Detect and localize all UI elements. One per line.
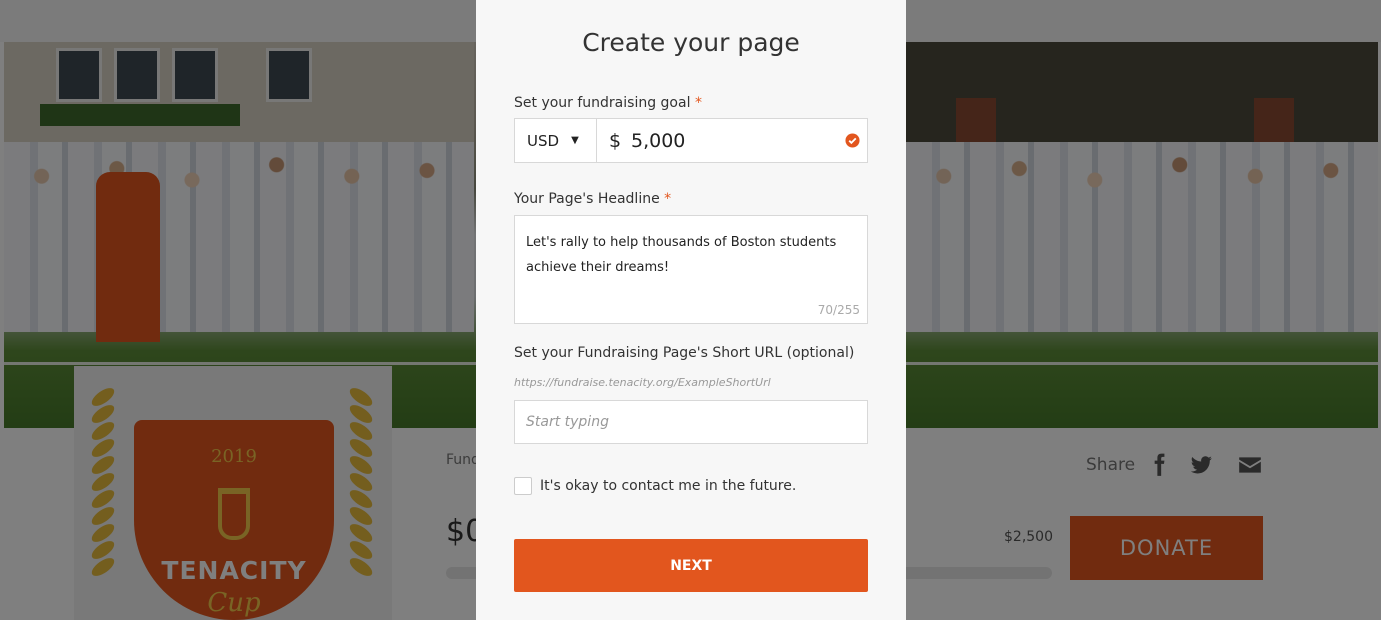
goal-amount-input[interactable] xyxy=(631,128,831,154)
create-page-modal: Create your page Set your fundraising go… xyxy=(476,0,906,620)
short-url-example: https://fundraise.tenacity.org/ExampleSh… xyxy=(514,376,771,389)
fundraising-goal-label: Set your fundraising goal * xyxy=(514,95,702,111)
currency-value: USD xyxy=(527,131,560,150)
short-url-label: Set your Fundraising Page's Short URL (o… xyxy=(514,345,855,361)
currency-symbol: $ xyxy=(609,130,622,152)
contact-consent-checkbox[interactable] xyxy=(514,477,532,495)
short-url-input[interactable] xyxy=(514,400,868,444)
headline-textarea[interactable]: Let's rally to help thousands of Boston … xyxy=(514,215,868,324)
currency-select[interactable]: USD ▼ xyxy=(515,119,597,162)
headline-label: Your Page's Headline * xyxy=(514,191,672,207)
check-circle-icon xyxy=(845,133,860,148)
next-button[interactable]: NEXT xyxy=(514,539,868,592)
contact-consent-label[interactable]: It's okay to contact me in the future. xyxy=(540,478,796,494)
required-asterisk: * xyxy=(694,95,702,111)
character-counter: 70/255 xyxy=(817,303,860,317)
caret-down-icon: ▼ xyxy=(571,135,579,146)
required-asterisk: * xyxy=(664,191,672,207)
headline-text: Let's rally to help thousands of Boston … xyxy=(526,235,837,275)
modal-title: Create your page xyxy=(582,28,800,57)
fundraising-goal-field: USD ▼ $ xyxy=(514,118,868,163)
